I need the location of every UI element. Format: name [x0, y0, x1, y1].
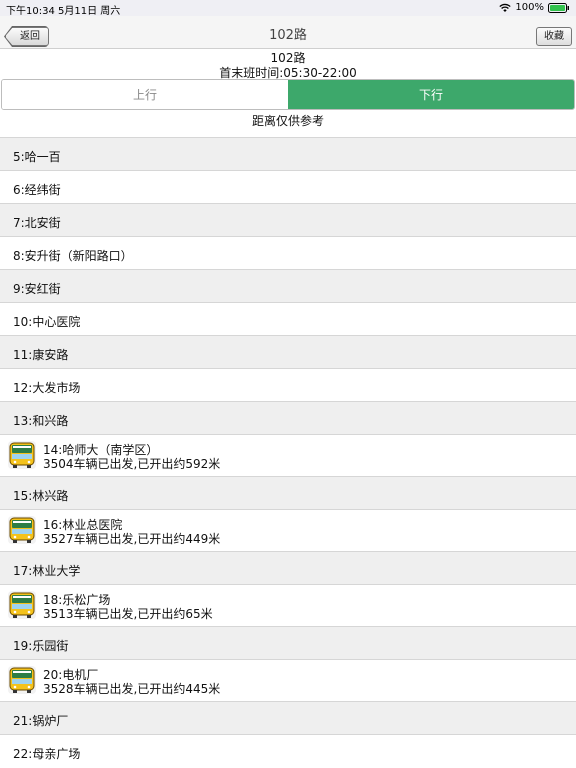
battery-percent: 100%: [515, 2, 544, 13]
list-item[interactable]: 20:电机厂 3528车辆已出发,已开出约445米: [0, 659, 576, 701]
stop-label: 11:康安路: [13, 348, 69, 362]
list-item[interactable]: 13:和兴路: [0, 401, 576, 434]
stop-label: 13:和兴路: [13, 414, 69, 428]
bus-status: 3527车辆已出发,已开出约449米: [43, 532, 221, 546]
tab-down-direction[interactable]: 下行: [288, 80, 574, 109]
status-right: 100%: [499, 2, 570, 13]
list-item[interactable]: 5:哈一百: [0, 137, 576, 170]
list-item[interactable]: 14:哈师大（南学区） 3504车辆已出发,已开出约592米: [0, 434, 576, 476]
list-item[interactable]: 18:乐松广场 3513车辆已出发,已开出约65米: [0, 584, 576, 626]
stop-label: 21:锅炉厂: [13, 714, 69, 728]
list-item[interactable]: 10:中心医院: [0, 302, 576, 335]
direction-segmented-control: 上行 下行: [1, 79, 575, 110]
battery-icon: [548, 2, 569, 13]
stop-label: 17:林业大学: [13, 564, 81, 578]
list-item[interactable]: 9:安红街: [0, 269, 576, 302]
tab-up-direction[interactable]: 上行: [2, 80, 288, 109]
bus-icon: [7, 440, 37, 470]
list-item[interactable]: 21:锅炉厂: [0, 701, 576, 734]
status-bar: 下午10:34 5月11日 周六 100%: [0, 0, 576, 17]
stop-label: 15:林兴路: [13, 489, 69, 503]
bus-status: 3528车辆已出发,已开出约445米: [43, 682, 221, 696]
stop-label: 12:大发市场: [13, 381, 81, 395]
bus-status: 3513车辆已出发,已开出约65米: [43, 607, 213, 621]
favorite-button[interactable]: 收藏: [536, 27, 572, 46]
list-item[interactable]: 12:大发市场: [0, 368, 576, 401]
list-item[interactable]: 22:母亲广场: [0, 734, 576, 767]
stop-list: 5:哈一百 6:经纬街 7:北安街 8:安升街（新阳路口） 9:安红街 10:中心医院 11…: [0, 137, 576, 767]
stop-label: 22:母亲广场: [13, 747, 81, 761]
bus-icon: [7, 590, 37, 620]
stop-label: 5:哈一百: [13, 150, 61, 164]
stop-label: 19:乐园街: [13, 639, 69, 653]
list-item[interactable]: 17:林业大学: [0, 551, 576, 584]
bus-icon: [7, 665, 37, 695]
stop-label: 8:安升街（新阳路口）: [13, 249, 133, 263]
stop-label: 6:经纬街: [13, 183, 61, 197]
list-item[interactable]: 7:北安街: [0, 203, 576, 236]
wifi-icon: [499, 3, 512, 12]
bus-status: 3504车辆已出发,已开出约592米: [43, 457, 221, 471]
page-title: 102路: [269, 28, 307, 43]
stop-label: 7:北安街: [13, 216, 61, 230]
nav-bar: 返回 102路 收藏: [0, 16, 576, 49]
bus-icon: [7, 515, 37, 545]
list-item[interactable]: 11:康安路: [0, 335, 576, 368]
status-time-date: 下午10:34 5月11日 周六: [6, 6, 121, 17]
list-item[interactable]: 16:林业总医院 3527车辆已出发,已开出约449米: [0, 509, 576, 551]
list-item[interactable]: 8:安升街（新阳路口）: [0, 236, 576, 269]
list-item[interactable]: 15:林兴路: [0, 476, 576, 509]
stop-label: 9:安红街: [13, 282, 61, 296]
distance-note: 距离仅供参考: [251, 114, 324, 128]
stop-label: 10:中心医院: [13, 315, 81, 329]
list-item[interactable]: 19:乐园街: [0, 626, 576, 659]
list-item[interactable]: 6:经纬街: [0, 170, 576, 203]
